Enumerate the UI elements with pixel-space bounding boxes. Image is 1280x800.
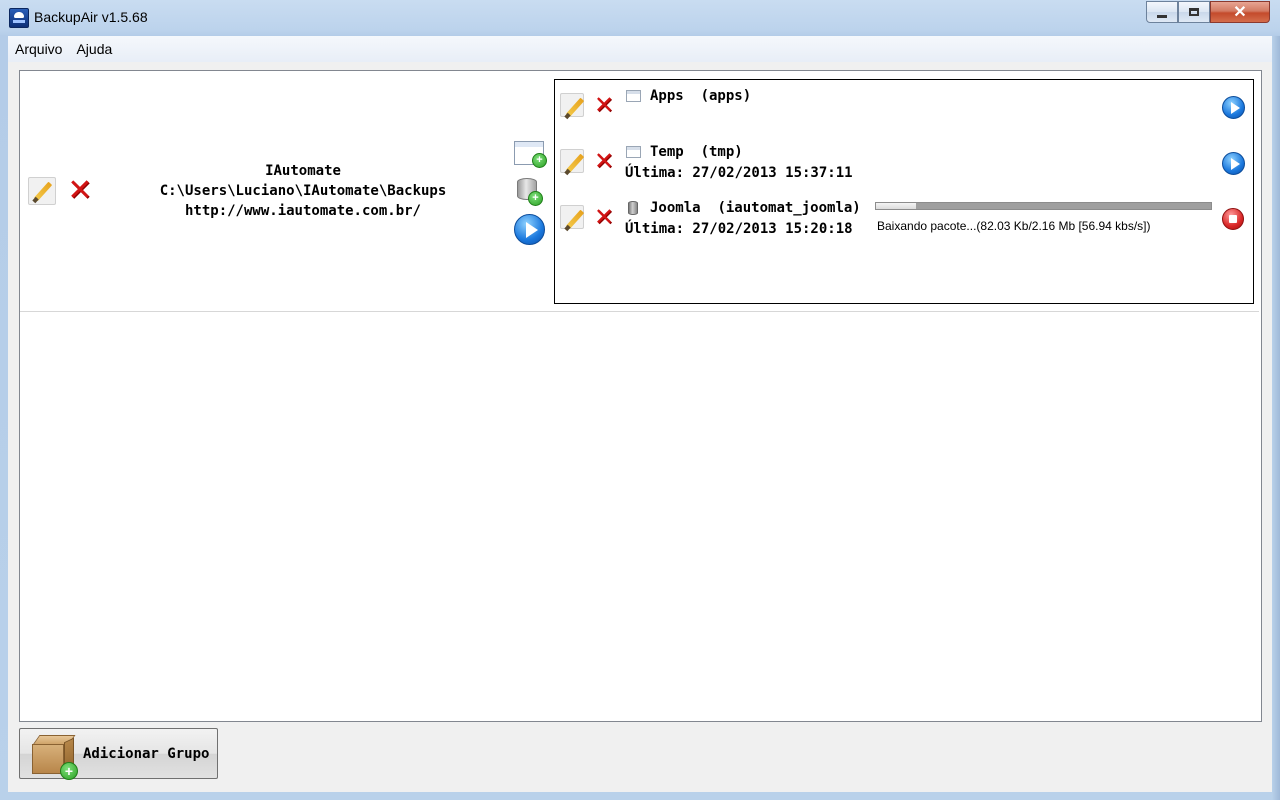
item-name: Joomla (iautomat_joomla) <box>650 200 861 216</box>
group-path: C:\Users\Luciano\IAutomate\Backups <box>159 183 447 199</box>
item-last-backup: Última: 27/02/2013 15:20:18 <box>625 221 853 237</box>
item-row-apps: ✕ Apps (apps) <box>555 80 1253 130</box>
delete-x-icon: ✕ <box>593 203 615 231</box>
close-icon: ✕ <box>1233 4 1247 21</box>
maximize-icon <box>1189 8 1199 16</box>
stop-item-button[interactable] <box>1222 208 1244 230</box>
title-bar[interactable]: BackupAir v1.5.68 ✕ <box>0 0 1280 34</box>
group-info: IAutomate C:\Users\Luciano\IAutomate\Bac… <box>128 161 478 221</box>
delete-x-icon: ✕ <box>67 173 93 208</box>
pencil-icon <box>560 149 584 173</box>
item-name: Apps (apps) <box>650 88 752 104</box>
menu-ajuda[interactable]: Ajuda <box>69 41 119 57</box>
pencil-icon <box>560 205 584 229</box>
edit-item-button[interactable] <box>560 205 584 229</box>
minimize-icon <box>1157 14 1167 18</box>
edit-item-button[interactable] <box>560 93 584 117</box>
item-name: Temp (tmp) <box>650 144 743 160</box>
run-group-button[interactable] <box>514 214 545 245</box>
app-window: BackupAir v1.5.68 ✕ Arquivo Ajuda ✕ IAut… <box>0 0 1280 800</box>
run-item-button[interactable] <box>1222 152 1245 175</box>
item-row-joomla: ✕ Joomla (iautomat_joomla) Última: 27/02… <box>555 192 1253 242</box>
item-row-temp: ✕ Temp (tmp) Última: 27/02/2013 15:37:11 <box>555 136 1253 186</box>
edit-item-button[interactable] <box>560 149 584 173</box>
window-edge <box>1272 36 1280 800</box>
plus-icon: + <box>60 762 78 780</box>
delete-item-button[interactable]: ✕ <box>592 93 616 117</box>
minimize-button[interactable] <box>1146 1 1178 23</box>
menu-bar: Arquivo Ajuda <box>8 36 1272 62</box>
client-area: ✕ IAutomate C:\Users\Luciano\IAutomate\B… <box>8 62 1272 792</box>
add-database-button[interactable]: + <box>517 178 543 206</box>
delete-group-button[interactable]: ✕ <box>66 173 94 208</box>
pencil-icon <box>560 93 584 117</box>
plus-icon: + <box>528 191 543 206</box>
window-title: BackupAir v1.5.68 <box>34 9 148 25</box>
add-group-label: Adicionar Grupo <box>83 746 210 762</box>
folder-icon <box>626 146 641 158</box>
edit-group-button[interactable] <box>28 177 56 205</box>
box-add-icon: + <box>30 732 78 780</box>
group-name: IAutomate <box>265 163 341 179</box>
group-card: ✕ IAutomate C:\Users\Luciano\IAutomate\B… <box>20 71 1259 312</box>
delete-item-button[interactable]: ✕ <box>592 205 616 229</box>
database-icon <box>628 201 638 215</box>
pencil-icon <box>28 177 56 205</box>
folder-icon <box>626 90 641 102</box>
run-item-button[interactable] <box>1222 96 1245 119</box>
close-button[interactable]: ✕ <box>1210 1 1270 23</box>
delete-x-icon: ✕ <box>593 91 615 119</box>
add-folder-button[interactable]: + <box>514 141 547 168</box>
progress-fill <box>876 203 917 209</box>
progress-status-text: Baixando pacote...(82.03 Kb/2.16 Mb [56.… <box>877 219 1151 233</box>
groups-list[interactable]: ✕ IAutomate C:\Users\Luciano\IAutomate\B… <box>19 70 1262 722</box>
delete-x-icon: ✕ <box>593 147 615 175</box>
download-progress-bar <box>875 202 1212 210</box>
delete-item-button[interactable]: ✕ <box>592 149 616 173</box>
plus-icon: + <box>532 153 547 168</box>
menu-arquivo[interactable]: Arquivo <box>8 41 69 57</box>
items-panel: ✕ Apps (apps) ✕ Temp (tmp) Última: 27/02… <box>554 79 1254 304</box>
item-last-backup: Última: 27/02/2013 15:37:11 <box>625 165 853 181</box>
add-group-button[interactable]: + Adicionar Grupo <box>19 728 218 780</box>
group-url: http://www.iautomate.com.br/ <box>184 203 421 219</box>
app-icon <box>9 8 29 28</box>
maximize-button[interactable] <box>1178 1 1210 23</box>
